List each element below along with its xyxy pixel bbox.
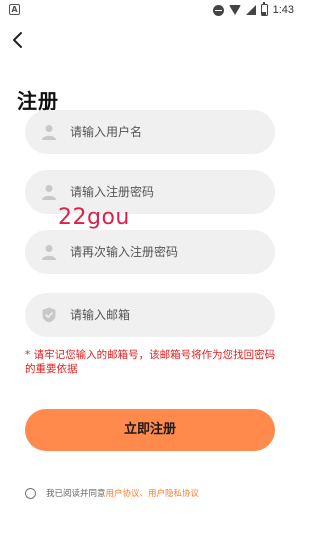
email-input[interactable] <box>70 293 265 337</box>
agreement-checkbox[interactable] <box>25 487 36 499</box>
user-agreement-link[interactable]: 用户协议 <box>106 487 140 499</box>
email-notice: * 请牢记您输入的邮箱号，该邮箱号将作为您找回密码的重要依据 <box>25 349 276 375</box>
privacy-agreement-link[interactable]: 用户隐私协议 <box>148 487 199 499</box>
signal-icon <box>245 5 256 15</box>
user-icon <box>42 185 56 200</box>
status-icons: 1:43 <box>212 2 294 17</box>
notification-icon: A <box>9 4 20 15</box>
email-field[interactable] <box>25 293 275 337</box>
back-button[interactable] <box>8 30 28 50</box>
battery-icon <box>260 2 268 16</box>
wifi-icon <box>228 5 241 15</box>
username-field[interactable] <box>25 110 275 154</box>
status-time: 1:43 <box>272 4 294 16</box>
shield-check-icon <box>42 307 56 323</box>
agreement-row: 我已阅读并同意 用户协议 、 用户隐私协议 <box>25 486 199 500</box>
password-confirm-field[interactable] <box>25 230 275 274</box>
user-icon <box>42 245 56 260</box>
agreement-separator: 、 <box>139 489 149 499</box>
register-button[interactable]: 立即注册 <box>25 409 275 451</box>
status-bar: A 1:43 <box>0 0 300 22</box>
user-icon <box>42 125 56 140</box>
password-confirm-input[interactable] <box>70 230 265 274</box>
dnd-icon <box>212 4 224 16</box>
watermark: 22gou <box>58 205 130 230</box>
username-input[interactable] <box>70 110 265 154</box>
agreement-text: 我已阅读并同意 <box>46 489 106 499</box>
chevron-left-icon <box>13 32 22 48</box>
